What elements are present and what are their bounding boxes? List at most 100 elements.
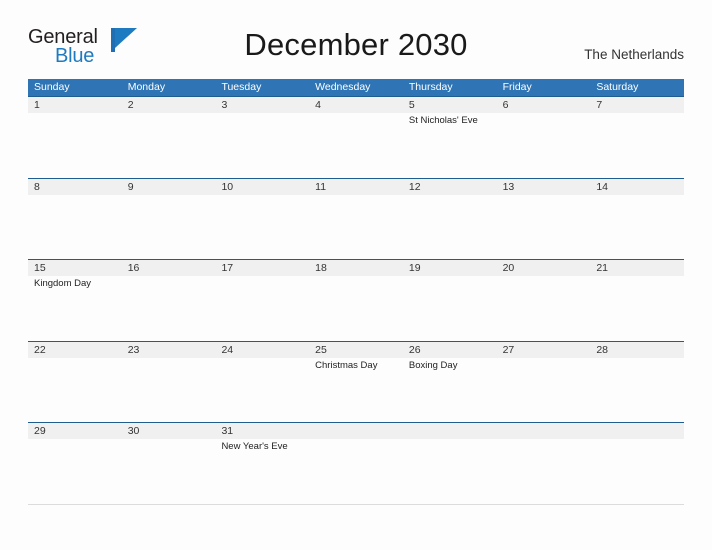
day-events: [34, 195, 122, 196]
calendar-week-row: 15 Kingdom Day 16 17 18 19 20 21: [28, 259, 684, 341]
day-cell[interactable]: 20: [497, 260, 591, 341]
day-cell[interactable]: 16: [122, 260, 216, 341]
weekday-header-tuesday: Tuesday: [221, 81, 262, 93]
day-events: [503, 113, 591, 114]
holiday-event-label: Boxing Day: [408, 359, 458, 371]
day-number: 4: [315, 99, 321, 111]
day-cell[interactable]: 2: [122, 97, 216, 178]
weekday-header-friday: Friday: [502, 81, 532, 93]
day-cell[interactable]: 25 Christmas Day: [309, 342, 403, 423]
day-cell[interactable]: 7: [590, 97, 684, 178]
week-cells: 22 23 24 25 Christmas Day 26 Boxing Day 27 28: [28, 342, 684, 423]
day-cell[interactable]: 22: [28, 342, 122, 423]
day-cell[interactable]: 8: [28, 179, 122, 260]
day-cell[interactable]: 30: [122, 423, 216, 504]
holiday-event-label: St Nicholas' Eve: [408, 115, 478, 126]
day-events: [315, 423, 403, 424]
week-cells: 1 2 3 4 5 St Nicholas' Eve 6 7: [28, 97, 684, 178]
day-cell[interactable]: 14: [590, 179, 684, 260]
day-events: [315, 276, 403, 277]
day-number: 14: [596, 180, 608, 193]
day-number: 7: [596, 99, 603, 111]
day-cell[interactable]: 21: [590, 260, 684, 341]
day-events: Christmas Day: [315, 358, 403, 372]
day-number: 9: [127, 180, 134, 193]
calendar-week-row: 22 23 24 25 Christmas Day 26 Boxing Day 27 28: [28, 340, 684, 423]
day-cell[interactable]: 17: [215, 260, 309, 341]
day-cell[interactable]: 15 Kingdom Day: [28, 260, 122, 341]
day-events: [128, 276, 216, 277]
day-cell-empty: [309, 423, 403, 504]
day-number: 18: [315, 262, 327, 274]
day-events: [503, 358, 591, 359]
holiday-event-label: Christmas Day: [315, 359, 378, 371]
day-events: [128, 439, 216, 440]
day-cell[interactable]: 6: [497, 97, 591, 178]
weekday-header-sunday: Sunday: [34, 81, 70, 93]
day-events: [596, 358, 684, 359]
day-cell[interactable]: 27: [497, 342, 591, 423]
day-number: 13: [502, 180, 515, 193]
day-number: 25: [315, 343, 327, 356]
day-events: [34, 358, 122, 359]
day-number: 6: [502, 99, 509, 111]
day-cell[interactable]: 5 St Nicholas' Eve: [403, 97, 497, 178]
day-events: [503, 423, 591, 424]
day-events: Boxing Day: [409, 358, 497, 372]
day-events: [221, 276, 309, 277]
day-events: [596, 113, 684, 114]
day-events: [409, 423, 497, 424]
day-events: Kingdom Day: [34, 276, 122, 290]
day-number: 28: [596, 343, 608, 356]
day-events: [128, 358, 216, 359]
holiday-event-label: New Year's Eve: [221, 441, 288, 452]
day-cell[interactable]: 26 Boxing Day: [403, 342, 497, 423]
day-number: 17: [221, 262, 234, 274]
calendar-weeks: 1 2 3 4 5 St Nicholas' Eve 6 7 8 9 10 11 12 13 14 15 Kin…: [28, 96, 684, 505]
day-number: 1: [34, 99, 40, 111]
day-number: 2: [127, 99, 134, 111]
day-number: 3: [221, 99, 228, 111]
day-events: [596, 423, 684, 424]
day-events: [409, 276, 497, 277]
day-events: [34, 439, 122, 440]
day-cell[interactable]: 12: [403, 179, 497, 260]
week-cells: 15 Kingdom Day 16 17 18 19 20 21: [28, 260, 684, 341]
region-label: The Netherlands: [584, 47, 684, 62]
day-cell[interactable]: 11: [309, 179, 403, 260]
day-cell[interactable]: 31 New Year's Eve: [215, 423, 309, 504]
day-number: 27: [502, 343, 515, 356]
day-events: [221, 195, 309, 196]
day-number: 11: [315, 180, 327, 193]
day-cell[interactable]: 18: [309, 260, 403, 341]
day-cell[interactable]: 4: [309, 97, 403, 178]
day-cell[interactable]: 23: [122, 342, 216, 423]
calendar-week-row: 1 2 3 4 5 St Nicholas' Eve 6 7: [28, 96, 684, 178]
day-number: 19: [408, 262, 421, 274]
week-cells: 8 9 10 11 12 13 14: [28, 179, 684, 260]
day-cell[interactable]: 28: [590, 342, 684, 423]
weekday-header-row: Sunday Monday Tuesday Wednesday Thursday…: [28, 79, 684, 96]
day-cell[interactable]: 10: [215, 179, 309, 260]
day-cell[interactable]: 29: [28, 423, 122, 504]
day-events: [221, 113, 309, 114]
day-cell[interactable]: 9: [122, 179, 216, 260]
day-number: 30: [127, 425, 140, 437]
day-number: 16: [127, 262, 140, 274]
day-events: [221, 358, 309, 359]
day-events: [503, 195, 591, 196]
day-number: 22: [34, 343, 46, 356]
day-number: 31: [221, 425, 234, 437]
day-cell[interactable]: 3: [215, 97, 309, 178]
day-cell[interactable]: 19: [403, 260, 497, 341]
day-cell[interactable]: 24: [215, 342, 309, 423]
weekday-header-thursday: Thursday: [408, 81, 453, 93]
day-cell[interactable]: 13: [497, 179, 591, 260]
day-number: 5: [408, 99, 415, 111]
day-cell[interactable]: 1: [28, 97, 122, 178]
day-number: 12: [408, 180, 421, 193]
day-events: [128, 113, 216, 114]
weekday-header-wednesday: Wednesday: [315, 81, 371, 93]
holiday-event-label: Kingdom Day: [34, 278, 92, 289]
day-number: 15: [34, 262, 46, 274]
